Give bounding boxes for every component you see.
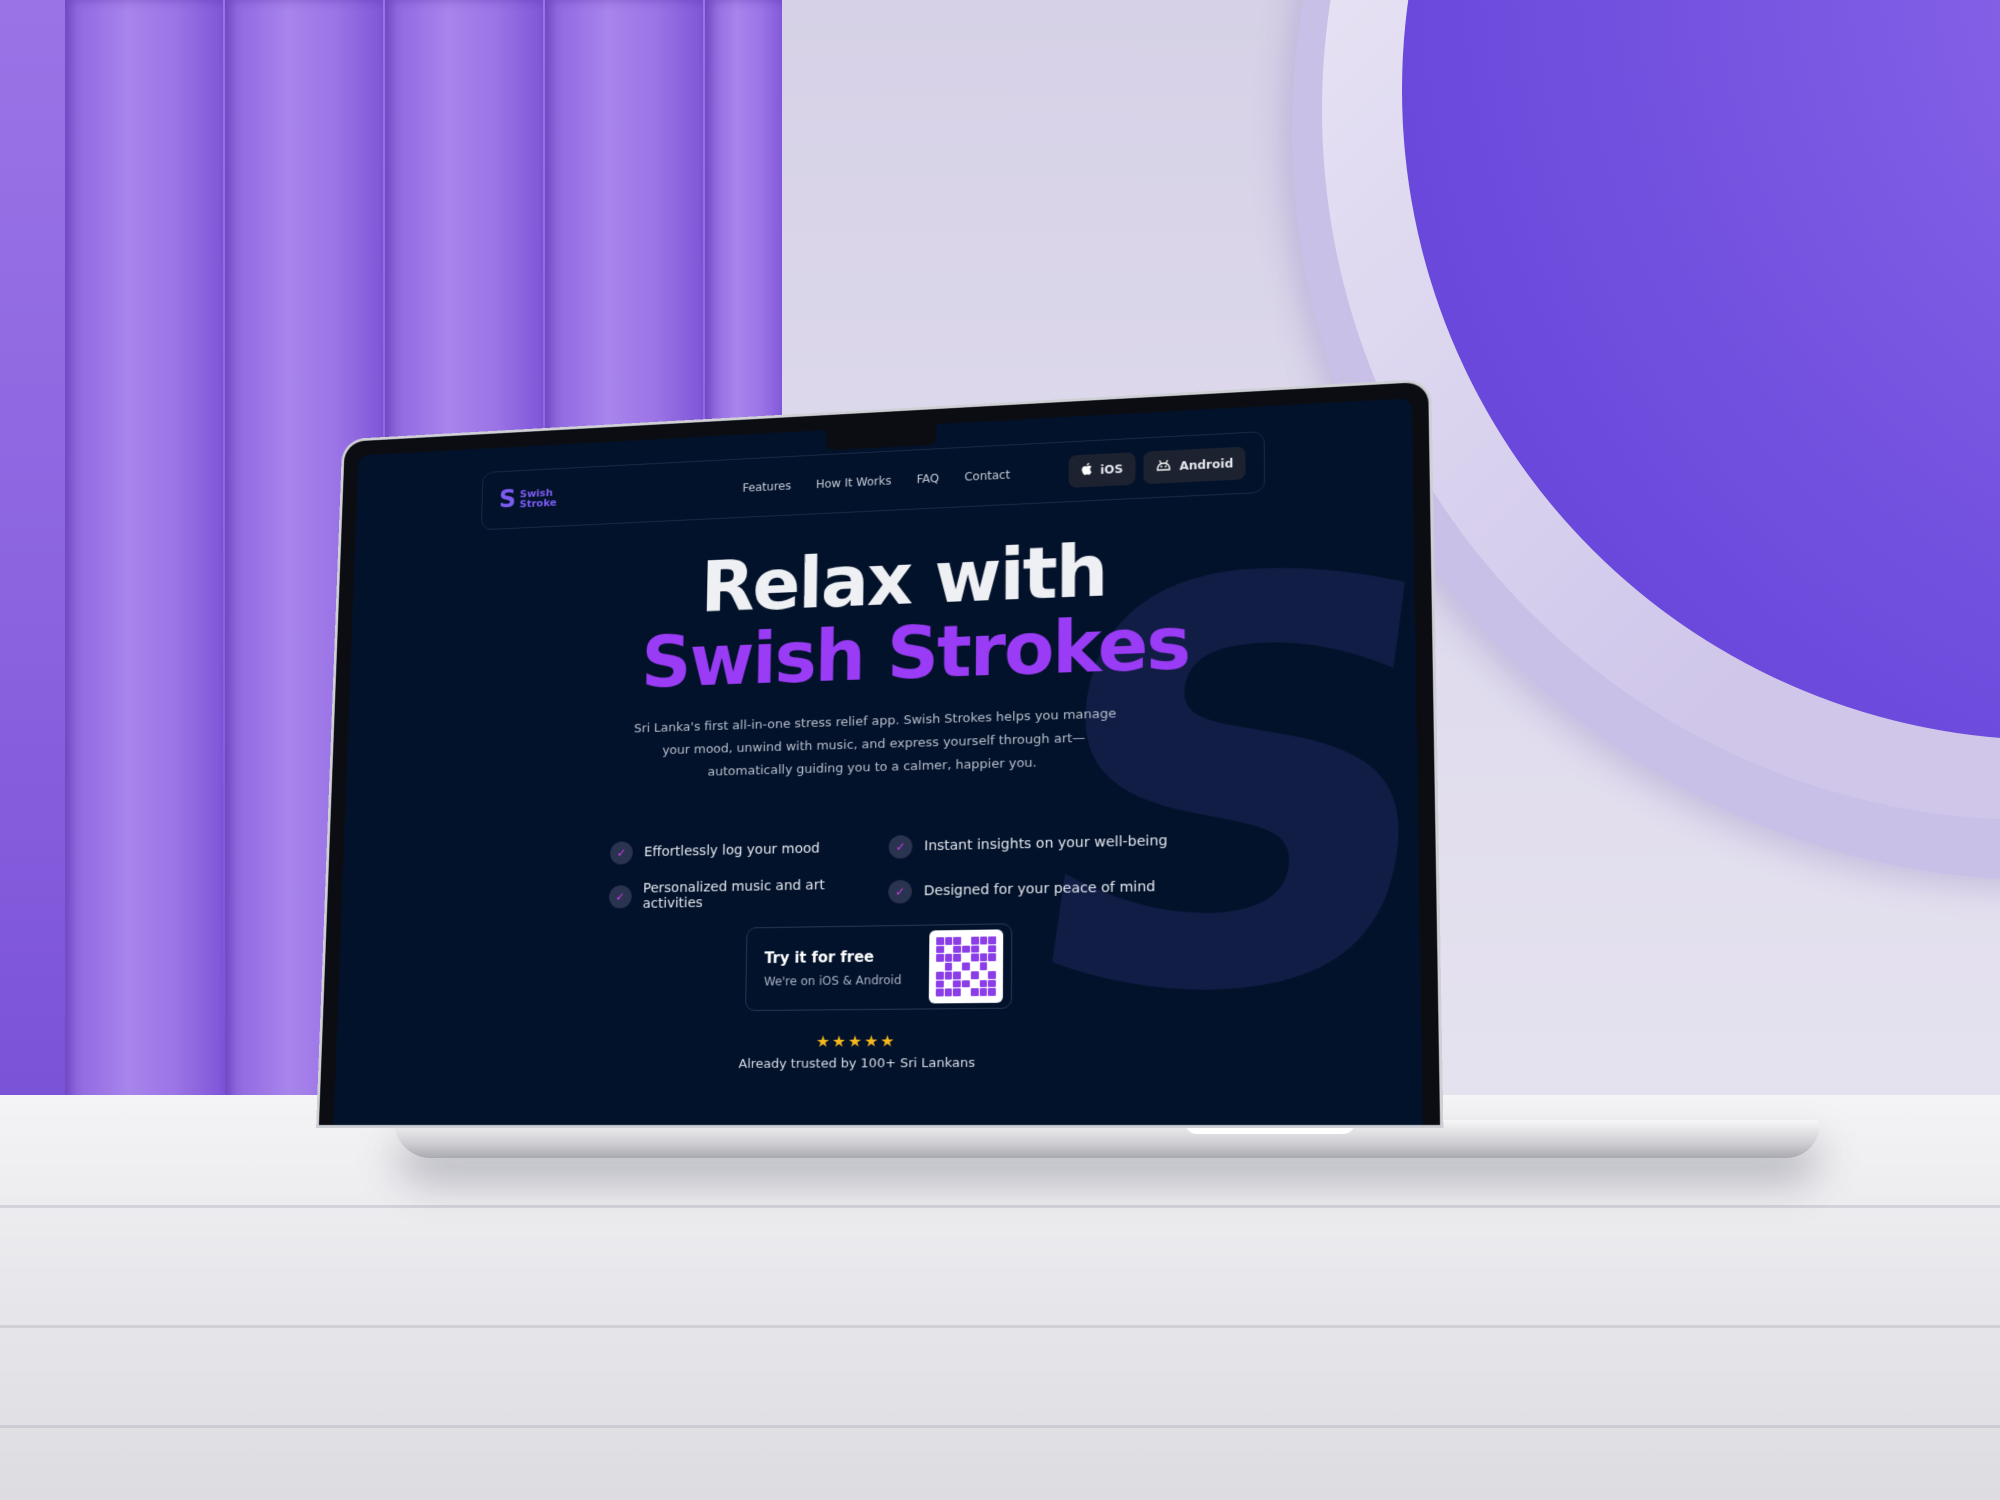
feature-item: ✓ Designed for your peace of mind xyxy=(888,871,1190,908)
try-free-card[interactable]: Try it for free We're on iOS & Android xyxy=(745,923,1012,1011)
check-icon: ✓ xyxy=(610,841,633,864)
backdrop-slat xyxy=(65,0,223,1115)
laptop-base xyxy=(394,1120,1820,1158)
floor-step-line xyxy=(0,1425,2000,1428)
star-rating-icon: ★★★★★ xyxy=(336,1028,1421,1054)
qr-code-icon[interactable] xyxy=(929,929,1003,1003)
laptop-screen: S S Swish Stroke Features How It Works F… xyxy=(333,398,1422,1125)
ios-button[interactable]: iOS xyxy=(1068,452,1135,488)
android-button[interactable]: Android xyxy=(1143,447,1246,485)
download-buttons: iOS Android xyxy=(1068,447,1245,488)
nav-links: Features How It Works FAQ Contact xyxy=(742,468,1010,495)
feature-item: ✓ Instant insights on your well-being xyxy=(889,829,1191,859)
cta-title: Try it for free xyxy=(764,947,929,967)
check-icon: ✓ xyxy=(888,880,912,904)
logo-s-icon: S xyxy=(499,488,517,513)
nav-link-how-it-works[interactable]: How It Works xyxy=(816,474,892,491)
nav-link-contact[interactable]: Contact xyxy=(964,468,1010,484)
android-icon xyxy=(1155,459,1171,475)
laptop-lid: S S Swish Stroke Features How It Works F… xyxy=(319,382,1440,1125)
feature-item: ✓ Effortlessly log your mood xyxy=(610,836,889,865)
floor-step-line xyxy=(0,1325,2000,1328)
nav-link-features[interactable]: Features xyxy=(742,479,791,494)
check-icon: ✓ xyxy=(889,835,913,859)
nav-link-faq[interactable]: FAQ xyxy=(916,472,939,486)
hero-description: Sri Lanka's first all-in-one stress reli… xyxy=(621,702,1129,786)
feature-text: Instant insights on your well-being xyxy=(924,833,1168,854)
check-icon: ✓ xyxy=(609,885,632,908)
android-button-label: Android xyxy=(1179,457,1233,473)
cta-subtitle: We're on iOS & Android xyxy=(764,973,929,989)
camera-notch xyxy=(826,424,937,450)
cta-text: Try it for free We're on iOS & Android xyxy=(764,947,929,988)
feature-item: ✓ Personalized music and art activities xyxy=(609,876,889,912)
floor-step-line xyxy=(0,1205,2000,1208)
logo-wordmark: Swish Stroke xyxy=(519,487,557,509)
brand-logo[interactable]: S Swish Stroke xyxy=(499,486,557,513)
logo-line2: Stroke xyxy=(519,497,556,509)
feature-list: ✓ Effortlessly log your mood ✓ Instant i… xyxy=(609,828,1201,912)
apple-icon xyxy=(1080,462,1092,480)
feature-text: Designed for your peace of mind xyxy=(924,879,1156,899)
feature-text: Personalized music and art activities xyxy=(643,876,889,911)
ios-button-label: iOS xyxy=(1100,462,1123,476)
rating-block: ★★★★★ Already trusted by 100+ Sri Lankan… xyxy=(335,1028,1422,1074)
feature-text: Effortlessly log your mood xyxy=(644,841,820,860)
